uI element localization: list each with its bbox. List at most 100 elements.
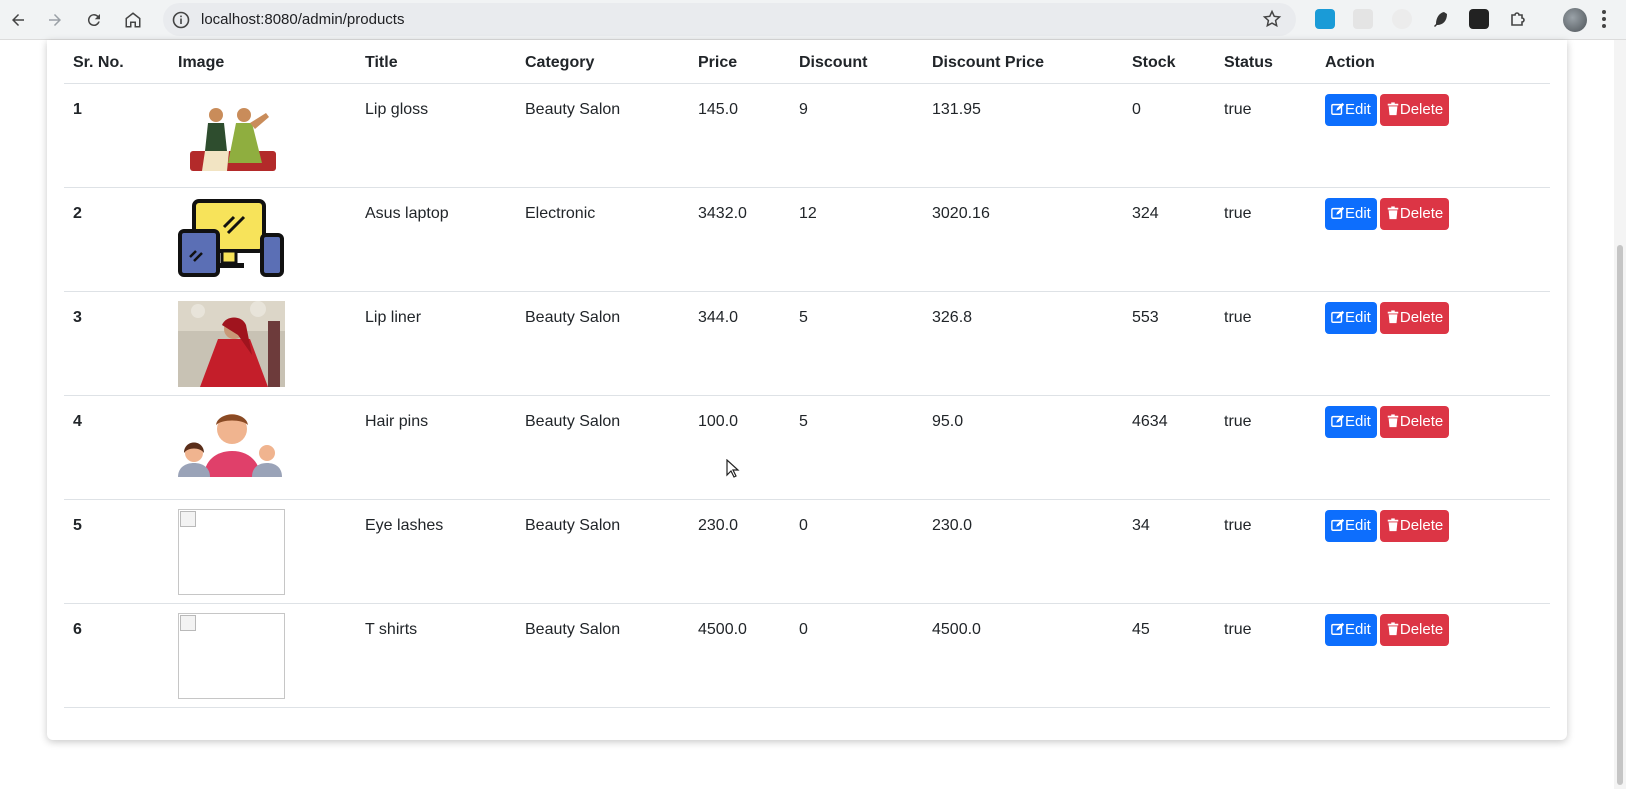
edit-label: Edit (1345, 100, 1371, 118)
extension-grid-icon[interactable] (1353, 9, 1373, 29)
edit-button[interactable]: Edit (1325, 197, 1377, 230)
cell-image (169, 499, 356, 604)
info-icon[interactable] (171, 10, 191, 30)
cell-discount-price: 95.0 (923, 395, 1123, 500)
edit-label: Edit (1345, 204, 1371, 222)
edit-label: Edit (1345, 620, 1371, 638)
delete-button[interactable]: Delete (1379, 301, 1450, 334)
cell-price: 3432.0 (689, 187, 790, 292)
cell-category: Beauty Salon (516, 291, 689, 396)
cell-title: Lip gloss (356, 83, 516, 188)
header-discount-price: Discount Price (923, 43, 1123, 84)
delete-label: Delete (1399, 620, 1444, 638)
browser-toolbar: localhost:8080/admin/products (0, 0, 1626, 40)
header-title: Title (356, 43, 516, 84)
header-category: Category (516, 43, 689, 84)
cell-title: Lip liner (356, 291, 516, 396)
forward-button[interactable] (41, 6, 69, 34)
table-row: 3 Lip liner Beauty Salon 344.0 5 326.8 5… (64, 291, 1550, 396)
table-row: 4 Hair pins Beauty Salon 100.0 5 95.0 46… (64, 395, 1550, 500)
address-bar[interactable]: localhost:8080/admin/products (163, 3, 1296, 36)
cell-action: Edit Delete (1316, 187, 1550, 292)
scrollbar-thumb[interactable] (1617, 245, 1623, 785)
cell-action: Edit Delete (1316, 395, 1550, 500)
product-image-devices (178, 198, 284, 277)
cell-status: true (1215, 187, 1316, 292)
extension-feather-icon[interactable] (1430, 9, 1450, 29)
cell-category: Electronic (516, 187, 689, 292)
extension-circle-icon[interactable] (1392, 9, 1412, 29)
cell-image (169, 395, 356, 500)
cell-action: Edit Delete (1316, 499, 1550, 604)
edit-button[interactable]: Edit (1325, 93, 1377, 126)
reload-button[interactable] (80, 6, 108, 34)
delete-label: Delete (1399, 204, 1444, 222)
home-button[interactable] (119, 6, 147, 34)
edit-icon (1331, 622, 1345, 635)
cell-stock: 0 (1123, 83, 1215, 188)
delete-label: Delete (1399, 412, 1444, 430)
cell-status: true (1215, 499, 1316, 604)
cell-sr-no: 5 (64, 499, 169, 604)
extension-camera-icon[interactable] (1315, 9, 1335, 29)
edit-label: Edit (1345, 412, 1371, 430)
cell-stock: 4634 (1123, 395, 1215, 500)
cell-action: Edit Delete (1316, 83, 1550, 188)
cell-price: 100.0 (689, 395, 790, 500)
back-button[interactable] (4, 6, 32, 34)
cell-discount: 0 (790, 603, 923, 708)
edit-label: Edit (1345, 516, 1371, 534)
header-action: Action (1316, 43, 1550, 84)
edit-button[interactable]: Edit (1325, 405, 1377, 438)
cell-price: 4500.0 (689, 603, 790, 708)
bookmark-star-icon[interactable] (1262, 9, 1282, 29)
cell-title: T shirts (356, 603, 516, 708)
cell-status: true (1215, 603, 1316, 708)
header-stock: Stock (1123, 43, 1215, 84)
header-price: Price (689, 43, 790, 84)
edit-button[interactable]: Edit (1325, 613, 1377, 646)
reload-icon (87, 14, 100, 27)
delete-label: Delete (1399, 516, 1444, 534)
cell-sr-no: 4 (64, 395, 169, 500)
extension-function-icon[interactable] (1469, 9, 1489, 29)
product-image-couple (190, 107, 276, 171)
delete-button[interactable]: Delete (1379, 93, 1450, 126)
delete-button[interactable]: Delete (1379, 509, 1450, 542)
product-image-family (178, 413, 282, 477)
trash-icon (1387, 309, 1399, 323)
arrow-right-icon (49, 14, 61, 26)
cell-price: 230.0 (689, 499, 790, 604)
cell-status: true (1215, 291, 1316, 396)
products-table: Sr. No. Image Title Category Price Disco… (64, 43, 1550, 708)
delete-button[interactable]: Delete (1379, 613, 1450, 646)
table-header-row: Sr. No. Image Title Category Price Disco… (64, 43, 1550, 84)
cell-stock: 45 (1123, 603, 1215, 708)
cell-title: Eye lashes (356, 499, 516, 604)
menu-kebab-icon[interactable] (1601, 9, 1607, 29)
cell-sr-no: 3 (64, 291, 169, 396)
edit-icon (1331, 102, 1345, 115)
url-text[interactable]: localhost:8080/admin/products (201, 11, 404, 28)
mouse-cursor-icon (726, 459, 740, 478)
cell-discount: 5 (790, 291, 923, 396)
delete-button[interactable]: Delete (1379, 405, 1450, 438)
table-row: 5 Eye lashes Beauty Salon 230.0 0 230.0 … (64, 499, 1550, 604)
extensions-puzzle-icon[interactable] (1508, 9, 1528, 29)
edit-button[interactable]: Edit (1325, 301, 1377, 334)
cell-discount: 9 (790, 83, 923, 188)
header-image: Image (169, 43, 356, 84)
delete-button[interactable]: Delete (1379, 197, 1450, 230)
cell-category: Beauty Salon (516, 499, 689, 604)
profile-avatar[interactable] (1563, 8, 1587, 32)
cell-sr-no: 1 (64, 83, 169, 188)
cell-discount: 5 (790, 395, 923, 500)
trash-icon (1387, 621, 1399, 635)
broken-image-icon (178, 612, 285, 699)
edit-icon (1331, 414, 1345, 427)
cell-image (169, 291, 356, 396)
edit-button[interactable]: Edit (1325, 509, 1377, 542)
cell-discount-price: 4500.0 (923, 603, 1123, 708)
header-sr-no: Sr. No. (64, 43, 169, 84)
cell-title: Asus laptop (356, 187, 516, 292)
